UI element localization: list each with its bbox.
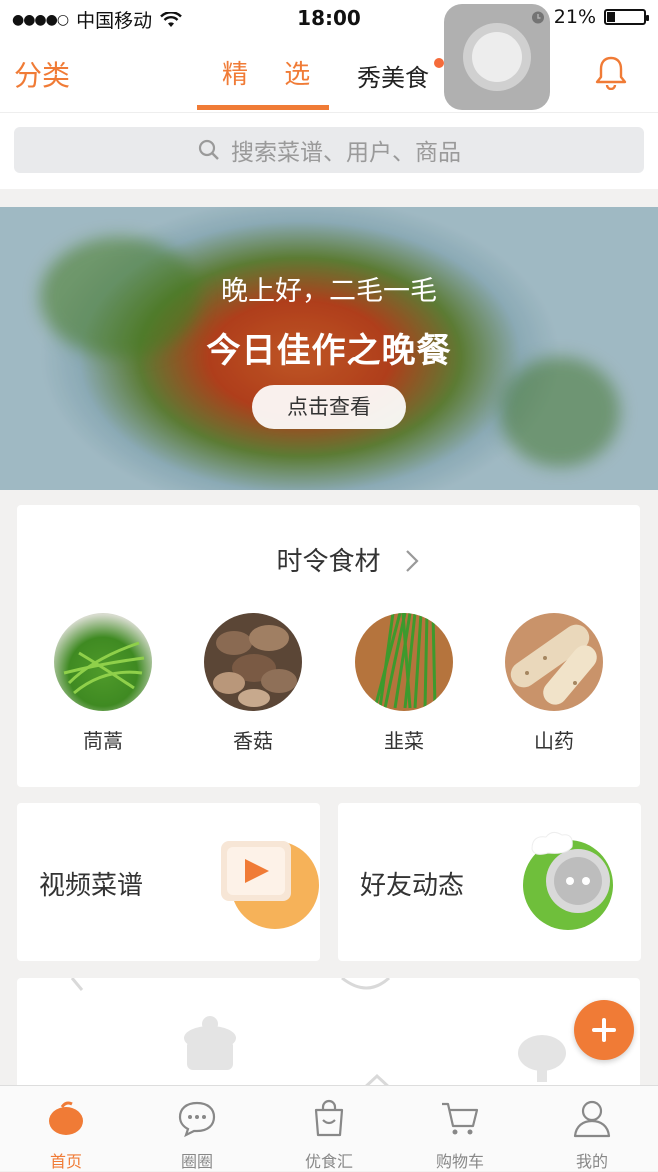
ingredient-label: 韭菜	[384, 729, 424, 753]
ingredient-item[interactable]: 山药	[504, 613, 604, 754]
assistive-touch-button[interactable]	[444, 4, 550, 110]
friends-feed-card[interactable]: 好友动态	[338, 803, 641, 961]
banner-greeting: 晚上好，二毛一毛	[221, 276, 437, 307]
tab-home[interactable]: 首页	[26, 1098, 106, 1172]
ingredient-item[interactable]: 韭菜	[354, 613, 454, 754]
video-recipes-card[interactable]: 视频菜谱	[17, 803, 320, 961]
tab-shop-label: 优食汇	[304, 1152, 353, 1171]
video-icon	[221, 841, 319, 929]
top-nav: 分类 精 选 秀美食	[0, 36, 658, 113]
seasonal-ingredients-card: 时令食材 茼蒿 香菇 韭菜 山药	[17, 505, 640, 787]
cart-icon	[442, 1102, 479, 1135]
tab-profile-label: 我的	[575, 1152, 608, 1171]
tab-home-label: 首页	[49, 1152, 82, 1171]
ingredient-label: 山药	[534, 729, 574, 753]
ingredient-item[interactable]: 香菇	[203, 613, 303, 754]
search-icon	[198, 139, 219, 160]
category-button[interactable]: 分类	[14, 54, 70, 94]
banner-title: 今日佳作之晚餐	[206, 331, 452, 371]
bell-icon[interactable]	[594, 54, 628, 90]
friends-icon	[523, 831, 613, 930]
status-bar: ●●●●○ 中国移动 18:00 21%	[0, 0, 658, 36]
tab-show-food[interactable]: 秀美食	[357, 58, 429, 93]
tab-circle-label: 圈圈	[180, 1152, 213, 1171]
tab-cart[interactable]: 购物车	[420, 1098, 500, 1172]
tab-profile[interactable]: 我的	[552, 1098, 632, 1172]
bottom-tab-bar: 首页 圈圈 优食汇 购物车 我的	[0, 1085, 658, 1171]
banner-view-button[interactable]: 点击查看	[252, 385, 406, 429]
ingredient-label: 香菇	[233, 729, 273, 753]
friends-feed-label: 好友动态	[360, 871, 465, 901]
add-button[interactable]	[574, 1000, 634, 1060]
tab-shop[interactable]: 优食汇	[289, 1098, 369, 1172]
tab-cart-label: 购物车	[435, 1152, 484, 1171]
dinner-banner[interactable]: 晚上好，二毛一毛 今日佳作之晚餐 点击查看	[0, 207, 658, 490]
user-icon	[573, 1100, 611, 1138]
ingredient-label: 茼蒿	[83, 729, 123, 753]
seasonal-title[interactable]: 时令食材	[17, 541, 640, 578]
crown-daisy-image	[54, 613, 152, 711]
tab-featured[interactable]: 精 选	[222, 54, 324, 91]
home-icon	[49, 1101, 83, 1135]
shopping-bag-icon	[314, 1099, 344, 1137]
chevron-right-icon[interactable]	[405, 549, 419, 573]
more-content-card	[17, 978, 640, 1098]
ingredient-item[interactable]: 茼蒿	[53, 613, 153, 754]
chives-image	[355, 613, 453, 711]
search-placeholder: 搜索菜谱、用户、商品	[231, 140, 461, 166]
tab-circle[interactable]: 圈圈	[157, 1098, 237, 1172]
yam-image	[505, 613, 603, 711]
chat-icon	[178, 1101, 216, 1138]
mushroom-image	[204, 613, 302, 711]
battery-icon	[604, 9, 649, 25]
battery-percent: 21%	[553, 6, 596, 28]
tab-underline	[197, 105, 329, 110]
video-recipes-label: 视频菜谱	[39, 871, 144, 901]
search-bar-container: 搜索菜谱、用户、商品	[0, 113, 658, 189]
search-input[interactable]: 搜索菜谱、用户、商品	[14, 127, 644, 173]
decorative-food-pattern-icon	[70, 978, 566, 1092]
notification-dot	[434, 58, 444, 68]
